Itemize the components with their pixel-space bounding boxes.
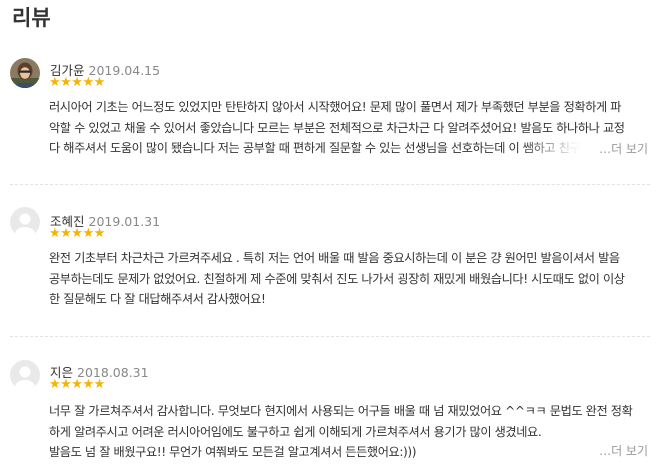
- avatar[interactable]: [10, 207, 40, 237]
- review-text-line: 다 해주셔서 도움이 많이 됐습니다 저는 공부할 때 편하게 질문할 수 있는…: [49, 141, 581, 155]
- review-text-line: 공부하는데도 문제가 없었어요. 친절하게 제 수준에 맞춰서 진도 나가서 굉…: [49, 271, 625, 286]
- profile-photo-icon: [10, 58, 40, 88]
- star-rating: ★★★★★: [49, 377, 105, 392]
- review-text-line: 하게 알려주시고 어려운 러시아어임에도 불구하고 쉽게 이해되게 가르쳐주셔서…: [49, 424, 542, 439]
- divider: [10, 184, 650, 185]
- review-text-line: 너무 잘 가르쳐주셔서 감사합니다. 무엇보다 현지에서 사용되는 어구들 배울…: [49, 404, 633, 418]
- default-user-icon: [10, 207, 40, 237]
- more-link[interactable]: …더 보기: [599, 442, 648, 459]
- avatar[interactable]: [10, 360, 40, 390]
- section-title: 리뷰: [12, 6, 51, 30]
- more-link[interactable]: …더 보기: [599, 140, 648, 157]
- review-text: 러시아어 기초는 어느정도 있었지만 탄탄하지 않아서 시작했어요! 문제 많이…: [49, 97, 649, 159]
- review-text-line: 완전 기초부터 차근차근 가르켜주세요 . 특히 저는 언어 배울 때 발음 중…: [49, 251, 620, 265]
- star-rating: ★★★★★: [49, 75, 105, 90]
- star-rating: ★★★★★: [49, 226, 105, 241]
- review-text: 완전 기초부터 차근차근 가르켜주세요 . 특히 저는 언어 배울 때 발음 중…: [49, 248, 649, 310]
- review-text-line: 악할 수 있었고 채울 수 있어서 좋았습니다 모르는 부분은 전체적으로 차근…: [49, 120, 625, 135]
- review-text-line: 러시아어 기초는 어느정도 있었지만 탄탄하지 않아서 시작했어요! 문제 많이…: [49, 100, 622, 114]
- avatar[interactable]: [10, 58, 40, 88]
- review-text-line: 발음도 넘 잘 배웠구요!! 무언가 여쭤봐도 모든걸 알고계셔서 든든했어요:…: [49, 445, 417, 459]
- divider: [10, 336, 650, 337]
- default-user-icon: [10, 360, 40, 390]
- review-text-line: 한 질문해도 다 잘 대답해주셔서 감사했어요!: [49, 292, 266, 306]
- review-text: 너무 잘 가르쳐주셔서 감사합니다. 무엇보다 현지에서 사용되는 어구들 배울…: [49, 401, 649, 463]
